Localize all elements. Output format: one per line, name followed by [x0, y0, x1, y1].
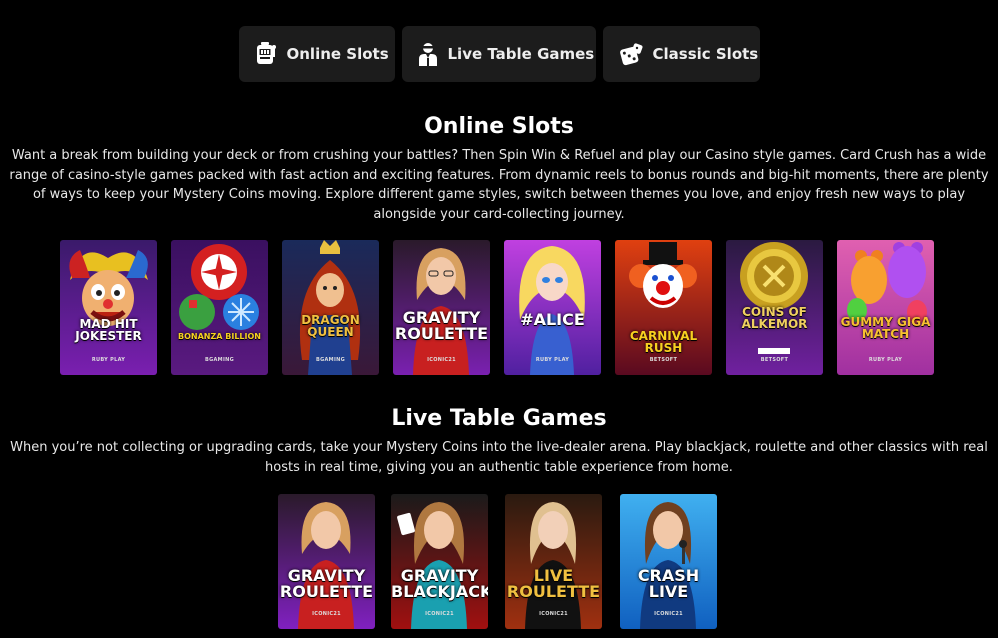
game-provider: ICONIC21 [539, 611, 568, 617]
game-card[interactable]: #ALICE RUBY PLAY [504, 240, 601, 375]
game-card[interactable]: GRAVITY ROULETTE ICONIC21 [278, 494, 375, 629]
game-art [504, 240, 601, 375]
tab-classic-slots[interactable]: Classic Slots [602, 26, 760, 82]
section-heading-live-table-games: Live Table Games [391, 406, 607, 431]
game-provider: RUBY PLAY [91, 357, 126, 363]
game-provider: RUBY PLAY [868, 357, 903, 363]
game-card[interactable]: CARNIVAL RUSH BETSOFT [615, 240, 712, 375]
dice-icon [619, 41, 643, 67]
game-title: GRAVITY ROULETTE [279, 566, 374, 601]
game-provider: ICONIC21 [427, 357, 456, 363]
game-provider: BGAMING [204, 357, 234, 363]
game-card[interactable]: LIVE ROULETTE ICONIC21 [505, 494, 602, 629]
game-provider: ICONIC21 [654, 611, 683, 617]
game-title: #ALICE [520, 310, 585, 329]
tab-label: Classic Slots [652, 45, 759, 63]
game-art [282, 240, 379, 375]
game-title: MAD HIT JOKESTER [75, 317, 142, 343]
dealer-icon [418, 41, 438, 67]
game-card[interactable]: CRASH LIVE ICONIC21 [620, 494, 717, 629]
game-title: CRASH LIVE [637, 566, 700, 601]
game-card[interactable]: GUMMY GIGA MATCH RUBY PLAY [837, 240, 934, 375]
game-provider: BGAMING [315, 357, 345, 363]
live-table-games-grid: GRAVITY ROULETTE ICONIC21 GRAVITY BLACKJ… [0, 494, 998, 634]
section-description-live-table-games: When you’re not collecting or upgrading … [10, 440, 988, 475]
game-card[interactable]: GRAVITY BLACKJACK ICONIC21 [391, 494, 488, 629]
game-provider: ICONIC21 [312, 611, 341, 617]
game-art [60, 240, 157, 375]
game-title: COINS OF ALKEMOR [741, 305, 808, 331]
slot-machine-icon [255, 41, 277, 67]
game-title: GRAVITY ROULETTE [394, 308, 489, 343]
tab-online-slots[interactable]: Online Slots [238, 26, 395, 82]
game-art [278, 494, 375, 629]
game-title: GRAVITY BLACKJACK [391, 566, 488, 601]
game-title: BONANZA BILLION [178, 332, 261, 341]
game-card[interactable]: MAD HIT JOKESTER RUBY PLAY [60, 240, 157, 375]
tab-label: Live Table Games [447, 45, 595, 63]
section-description-online-slots: Want a break from building your deck or … [9, 148, 989, 222]
game-art [391, 494, 488, 629]
game-title: CARNIVAL RUSH [629, 329, 698, 355]
game-card[interactable]: BONANZA BILLION BGAMING [171, 240, 268, 375]
game-art [171, 240, 268, 375]
game-title: GUMMY GIGA MATCH [840, 315, 931, 341]
game-provider: RUBY PLAY [535, 357, 570, 363]
game-card[interactable]: GRAVITY ROULETTE ICONIC21 [393, 240, 490, 375]
game-provider: BETSOFT [760, 357, 789, 363]
game-art [620, 494, 717, 629]
category-tabs: Online Slots Live Table Games Classic Sl… [0, 26, 998, 82]
online-slots-grid: MAD HIT JOKESTER RUBY PLAY BONANZA BILLI… [0, 240, 998, 380]
tab-live-table-games[interactable]: Live Table Games [401, 26, 596, 82]
tab-label: Online Slots [286, 45, 389, 63]
game-title: LIVE ROULETTE [506, 566, 601, 601]
game-art [837, 240, 934, 375]
game-art [505, 494, 602, 629]
section-heading-online-slots: Online Slots [424, 114, 574, 139]
game-card[interactable]: COINS OF ALKEMOR BETSOFT [726, 240, 823, 375]
game-title: DRAGON QUEEN [301, 313, 360, 339]
game-provider: BETSOFT [649, 357, 678, 363]
game-provider: ICONIC21 [425, 611, 454, 617]
game-card[interactable]: DRAGON QUEEN BGAMING [282, 240, 379, 375]
